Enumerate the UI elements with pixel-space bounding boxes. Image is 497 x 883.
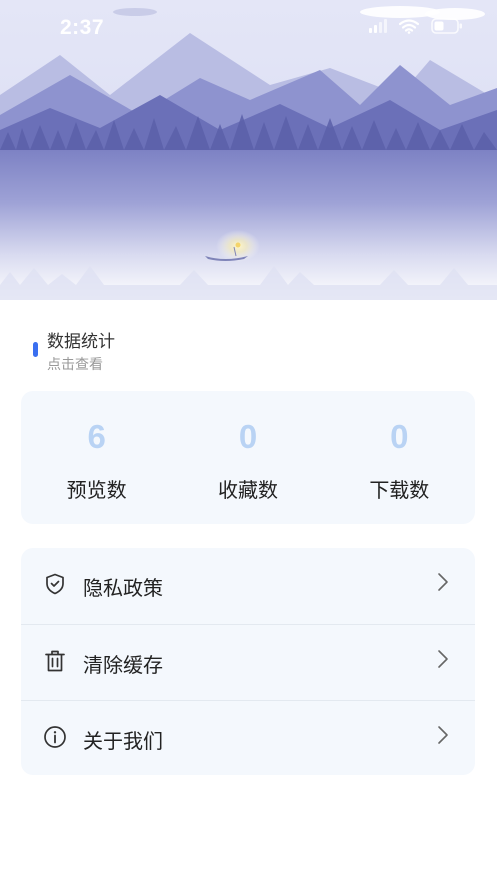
stat-value: 0 [390, 418, 409, 455]
trash-icon [45, 650, 65, 672]
menu-item-privacy-policy[interactable]: 隐私政策 [21, 548, 475, 624]
chevron-right-icon [438, 573, 448, 591]
status-time: 2:37 [60, 16, 105, 39]
section-subtitle: 点击查看 [47, 357, 103, 373]
chevron-right-icon [438, 726, 448, 744]
section-title: 数据统计 [47, 332, 115, 352]
menu-item-label: 清除缓存 [83, 653, 163, 677]
stats-card: 6 预览数 0 收藏数 0 下载数 [21, 391, 475, 524]
info-icon [44, 726, 66, 748]
menu-item-about-us[interactable]: 关于我们 [21, 700, 475, 775]
stat-label: 预览数 [66, 478, 127, 502]
stat-download-count[interactable]: 0 下载数 [324, 391, 475, 524]
section-accent-bar [33, 342, 38, 357]
menu-item-label: 关于我们 [83, 729, 163, 753]
stat-label: 下载数 [369, 478, 430, 502]
status-bar: 2:37 [0, 0, 497, 58]
stat-label: 收藏数 [217, 478, 278, 502]
shield-icon [46, 573, 64, 595]
menu-item-label: 隐私政策 [83, 576, 163, 600]
chevron-right-icon [438, 650, 448, 668]
stats-section-header[interactable]: 数据统计 点击查看 [33, 324, 233, 374]
status-icons [369, 18, 463, 34]
stat-value: 6 [87, 418, 106, 455]
stat-favorite-count[interactable]: 0 收藏数 [172, 391, 323, 524]
battery-icon [431, 18, 462, 34]
stat-value: 0 [238, 418, 258, 455]
wifi-icon [399, 18, 419, 34]
settings-menu: 隐私政策 清除缓存 关于我们 [21, 548, 475, 775]
menu-item-clear-cache[interactable]: 清除缓存 [21, 624, 475, 700]
signal-icon [369, 19, 387, 33]
stat-preview-count[interactable]: 6 预览数 [21, 391, 172, 524]
